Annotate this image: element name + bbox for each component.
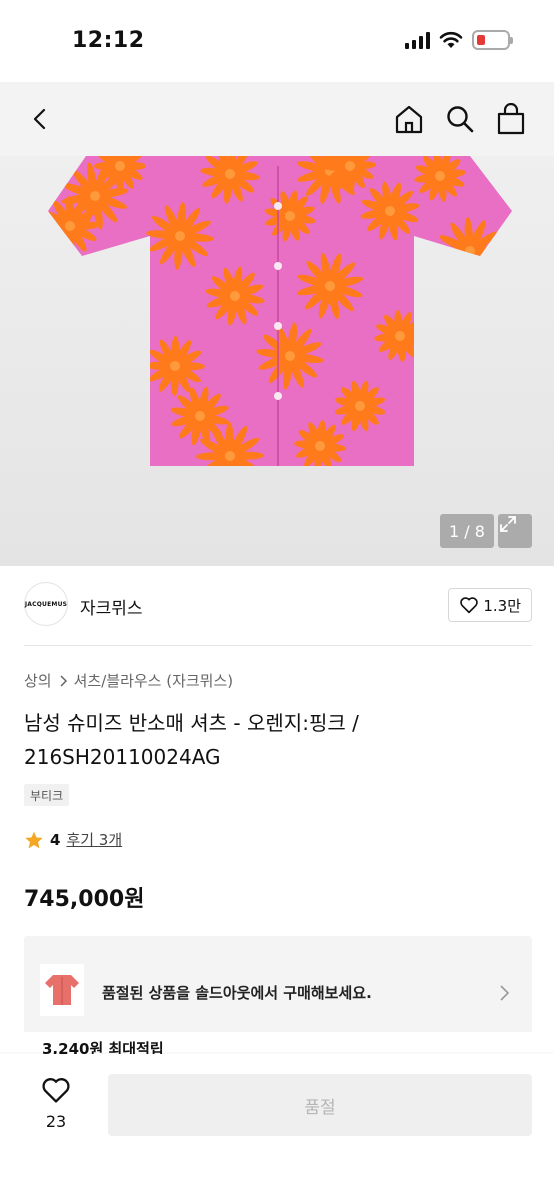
image-counter: 1 / 8 — [440, 514, 494, 548]
soldout-message: 품절된 상품을 솔드아웃에서 구매해보세요. — [102, 984, 372, 1002]
soldout-thumbnail — [40, 964, 84, 1016]
breadcrumb-subcategory[interactable]: 셔츠/블라우스 (자크뮈스) — [74, 670, 234, 691]
home-icon — [395, 105, 423, 134]
rating-value: 4 — [50, 830, 61, 849]
heart-icon — [42, 1078, 70, 1103]
battery-icon — [472, 30, 513, 50]
heart-icon — [460, 597, 479, 614]
boutique-tag: 부티크 — [24, 784, 70, 806]
cellular-signal-icon — [405, 31, 430, 49]
product-image-gallery[interactable]: 1 / 8 — [0, 156, 554, 566]
status-icons — [405, 30, 513, 50]
cart-button[interactable] — [492, 100, 530, 138]
home-button[interactable] — [390, 100, 428, 138]
breadcrumb-category[interactable]: 상의 — [24, 670, 52, 691]
wifi-icon — [439, 31, 463, 48]
brand-name[interactable]: 자크뮈스 — [80, 594, 143, 619]
search-button[interactable] — [441, 100, 479, 138]
breadcrumb: 상의 셔츠/블라우스 (자크뮈스) — [24, 670, 233, 691]
expand-icon — [500, 516, 516, 532]
status-time: 12:12 — [72, 28, 145, 53]
product-price: 745,000원 — [24, 887, 145, 912]
rating-row: 4 후기 3개 — [24, 829, 122, 850]
top-nav-bar — [0, 82, 554, 156]
wish-count: 23 — [45, 1112, 67, 1131]
star-icon — [25, 831, 43, 848]
brand-logo[interactable]: JACQUEMUS — [24, 582, 68, 626]
status-bar: 12:12 — [0, 0, 554, 82]
back-button[interactable] — [22, 100, 60, 138]
chevron-right-icon — [500, 985, 510, 1001]
review-link[interactable]: 후기 3개 — [66, 829, 122, 850]
expand-image-button[interactable] — [498, 514, 532, 548]
shopping-bag-icon — [497, 103, 525, 135]
brand-row[interactable]: JACQUEMUS 자크뮈스 1.3만 — [24, 582, 532, 646]
brand-like-button[interactable]: 1.3만 — [448, 588, 532, 622]
sold-out-button[interactable]: 품절 — [108, 1074, 532, 1136]
product-title: 남성 슈미즈 반소매 셔츠 - 오렌지:핑크 / 216SH20110024AG — [24, 711, 359, 769]
bottom-action-bar: 23 품절 — [0, 1054, 554, 1200]
chevron-right-icon — [60, 674, 67, 687]
points-strip: 3,240원 최대적립 — [24, 1032, 532, 1058]
wish-button[interactable]: 23 — [38, 1076, 74, 1131]
chevron-left-icon — [33, 108, 46, 130]
brand-like-count: 1.3만 — [483, 596, 521, 615]
search-icon — [447, 106, 474, 133]
product-image — [48, 156, 512, 466]
